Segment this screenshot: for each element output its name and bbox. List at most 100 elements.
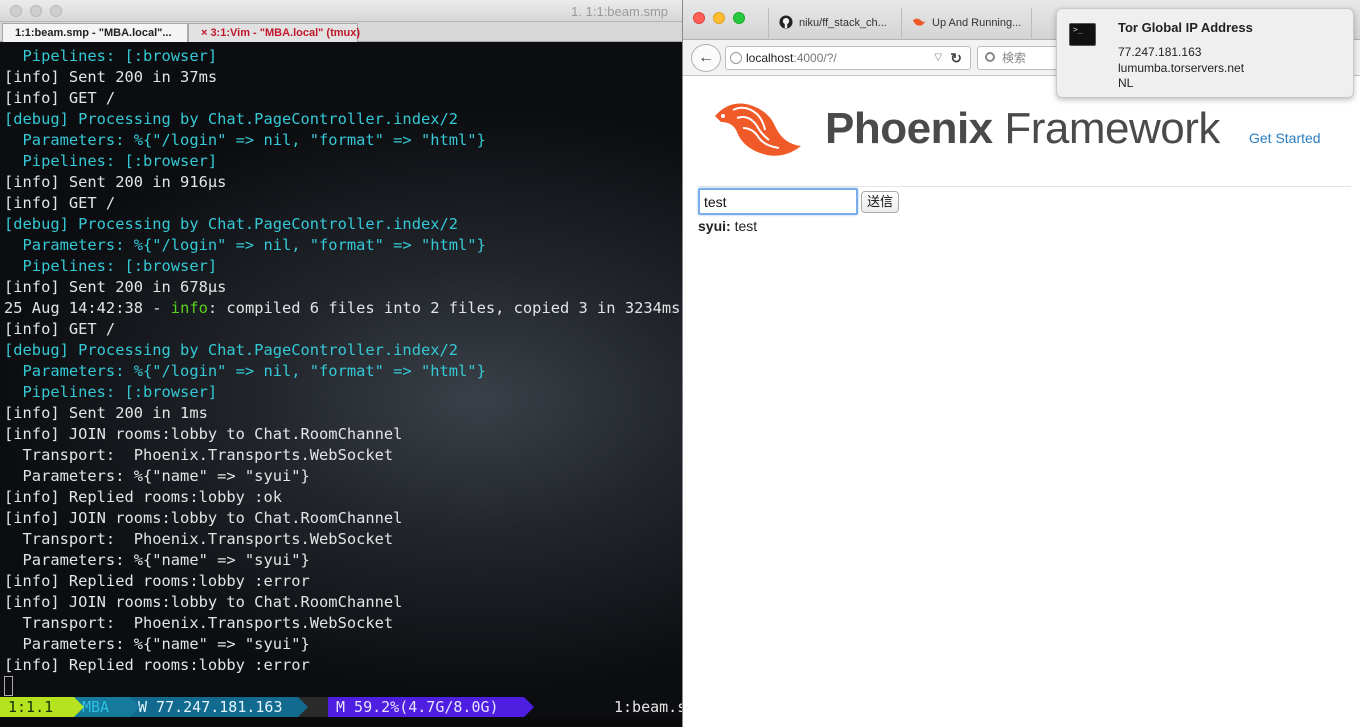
log-line: Pipelines: [:browser]: [4, 151, 678, 172]
log-segment: [info] GET /: [4, 194, 116, 212]
zoom-window-button[interactable]: [733, 12, 745, 24]
log-line: [debug] Processing by Chat.PageControlle…: [4, 109, 678, 130]
log-segment: Parameters: %{"name" => "syui"}: [4, 467, 310, 485]
status-process: 1:beam.s: [614, 698, 682, 716]
log-segment: [info] Replied rooms:lobby :error: [4, 656, 310, 674]
url-host: localhost: [746, 51, 794, 65]
log-line: [info] Replied rooms:lobby :error: [4, 655, 678, 676]
reload-icon[interactable]: ↻: [950, 47, 962, 69]
log-line: [info] Replied rooms:lobby :error: [4, 571, 678, 592]
get-started-link[interactable]: Get Started: [1249, 130, 1321, 146]
chat-message: syui: test: [698, 218, 757, 234]
log-line: [info] JOIN rooms:lobby to Chat.RoomChan…: [4, 592, 678, 613]
log-segment: [info] JOIN rooms:lobby to Chat.RoomChan…: [4, 509, 403, 527]
notification-country: NL: [1118, 76, 1134, 90]
log-segment: [info] Sent 200 in 1ms: [4, 404, 208, 422]
log-segment: [info] GET /: [4, 89, 116, 107]
minimize-window-button[interactable]: [713, 12, 725, 24]
site-identity-icon[interactable]: [730, 52, 742, 64]
browser-tab-phoenix[interactable]: Up And Running...: [901, 8, 1031, 40]
status-ip: W 77.247.181.163: [130, 697, 298, 717]
back-arrow-icon: ←: [698, 49, 714, 66]
log-segment: [debug] Processing by Chat.PageControlle…: [4, 215, 459, 233]
browser-tab-overflow[interactable]: [1031, 8, 1055, 40]
log-segment: [info] Replied rooms:lobby :error: [4, 572, 310, 590]
notification-title: Tor Global IP Address: [1118, 20, 1253, 35]
log-segment: [debug] Processing by Chat.PageControlle…: [4, 110, 459, 128]
log-line: [info] Sent 200 in 678µs: [4, 277, 678, 298]
terminal-tab-vim[interactable]: × 3:1:Vim - "MBA.local" (tmux): [188, 23, 361, 42]
send-button[interactable]: 送信: [861, 191, 899, 213]
log-segment: Parameters: %{"name" => "syui"}: [4, 635, 310, 653]
log-line: [info] Sent 200 in 1ms: [4, 403, 678, 424]
header-divider: [697, 186, 1351, 187]
back-button[interactable]: ←: [691, 44, 721, 72]
url-path: :4000/?/: [793, 51, 837, 65]
log-segment: [info] JOIN rooms:lobby to Chat.RoomChan…: [4, 593, 403, 611]
status-window-index: 1:1.1: [0, 697, 74, 717]
log-segment: Pipelines: [:browser]: [4, 383, 218, 401]
log-segment: : compiled 6 files into 2 files, copied …: [207, 299, 681, 317]
terminal-tab-label: 3:1:Vim - "MBA.local" (tmux): [210, 27, 361, 39]
search-icon: [985, 52, 995, 62]
log-line: [info] GET /: [4, 193, 678, 214]
tab-label: Up And Running...: [932, 17, 1022, 29]
log-line: 25 Aug 14:42:38 - info: compiled 6 files…: [4, 298, 681, 319]
powerline-separator: [524, 697, 534, 717]
log-segment: Transport: Phoenix.Transports.WebSocket: [4, 530, 394, 548]
log-segment: Parameters: %{"/login" => nil, "format" …: [4, 362, 486, 380]
history-dropdown-icon[interactable]: ▽: [934, 47, 942, 69]
github-icon: [779, 15, 793, 29]
log-segment: info: [170, 299, 208, 317]
terminal-bottom-strip: [0, 717, 682, 727]
log-line: [debug] Processing by Chat.PageControlle…: [4, 340, 678, 361]
notification-host: lumumba.torservers.net: [1118, 61, 1245, 75]
terminal-tab-bar: 1:1:beam.smp - "MBA.local"... × 3:1:Vim -…: [0, 22, 682, 42]
message-input[interactable]: test: [698, 188, 858, 215]
log-line: Parameters: %{"name" => "syui"}: [4, 634, 678, 655]
log-segment: Parameters: %{"name" => "syui"}: [4, 551, 310, 569]
browser-tab-github[interactable]: niku/ff_stack_ch...: [768, 8, 901, 40]
notification-banner[interactable]: >_ Tor Global IP Address 77.247.181.163 …: [1056, 8, 1354, 98]
terminal-tab-beam[interactable]: 1:1:beam.smp - "MBA.local"...: [2, 23, 188, 42]
terminal-titlebar: 1. 1:1:beam.smp: [0, 0, 682, 22]
log-segment: Parameters: %{"/login" => nil, "format" …: [4, 236, 486, 254]
log-segment: [info] Sent 200 in 916µs: [4, 173, 227, 191]
search-placeholder: 検索: [1002, 51, 1027, 65]
terminal-output: Pipelines: [:browser] [info] Sent 200 in …: [4, 46, 681, 676]
log-line: Transport: Phoenix.Transports.WebSocket: [4, 445, 678, 466]
log-segment: 25 Aug 14:42:38 -: [4, 299, 171, 317]
log-line: Transport: Phoenix.Transports.WebSocket: [4, 529, 678, 550]
phoenix-wordmark: Phoenix Framework: [825, 104, 1220, 153]
log-line: Transport: Phoenix.Transports.WebSocket: [4, 613, 678, 634]
log-line: [info] JOIN rooms:lobby to Chat.RoomChan…: [4, 508, 678, 529]
log-segment: [info] JOIN rooms:lobby to Chat.RoomChan…: [4, 425, 403, 443]
log-line: Parameters: %{"name" => "syui"}: [4, 550, 678, 571]
close-window-button[interactable]: [693, 12, 705, 24]
close-tab-icon[interactable]: ×: [201, 27, 207, 39]
log-line: Pipelines: [:browser]: [4, 46, 678, 67]
log-segment: Pipelines: [:browser]: [4, 257, 218, 275]
tmux-status-bar: 1:1.1 MBA W 77.247.181.163 M 59.2%(4.7G/…: [0, 697, 682, 717]
url-bar[interactable]: localhost:4000/?/ ▽ ↻: [725, 46, 971, 70]
log-line: Pipelines: [:browser]: [4, 256, 678, 277]
log-segment: Pipelines: [:browser]: [4, 47, 218, 65]
log-segment: [info] Sent 200 in 37ms: [4, 68, 218, 86]
status-memory: M 59.2%(4.7G/8.0G): [328, 697, 524, 717]
log-line: [debug] Processing by Chat.PageControlle…: [4, 214, 678, 235]
log-segment: [info] GET /: [4, 320, 116, 338]
powerline-separator: [130, 697, 140, 717]
log-line: [info] GET /: [4, 319, 678, 340]
notification-ip: 77.247.181.163: [1118, 45, 1202, 59]
log-line: [info] Sent 200 in 916µs: [4, 172, 678, 193]
phoenix-logo-icon: [715, 103, 801, 156]
log-segment: [info] Sent 200 in 678µs: [4, 278, 227, 296]
terminal-app-icon: >_: [1069, 23, 1096, 46]
log-line: Pipelines: [:browser]: [4, 382, 678, 403]
log-line: [info] Replied rooms:lobby :ok: [4, 487, 678, 508]
log-line: Parameters: %{"/login" => nil, "format" …: [4, 361, 678, 382]
message-user: syui:: [698, 218, 731, 234]
log-line: Parameters: %{"name" => "syui"}: [4, 466, 678, 487]
terminal-window[interactable]: 1. 1:1:beam.smp 1:1:beam.smp - "MBA.loca…: [0, 0, 682, 727]
browser-window[interactable]: niku/ff_stack_ch... Up And Running... ← …: [682, 0, 1360, 727]
